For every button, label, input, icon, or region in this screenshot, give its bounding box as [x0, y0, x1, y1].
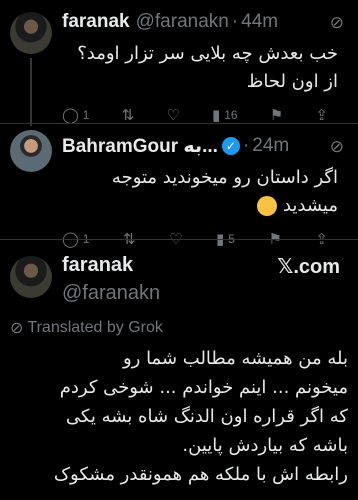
text-line: بله من همیشه مطالب شما رو — [122, 348, 348, 369]
retweet-button[interactable]: ⇅ — [122, 106, 135, 124]
bookmark-icon: ⚑ — [269, 107, 284, 124]
author-name[interactable]: faranak — [62, 11, 130, 33]
translated-by-grok[interactable]: ⊘ Translated by Grok — [10, 318, 163, 338]
separator-dot: · — [231, 11, 239, 32]
reply-button[interactable]: ◯ 1 — [62, 106, 89, 124]
x-logo-icon[interactable]: 𝕏.com — [277, 254, 340, 279]
text-line: میخونم ... اینم خواندم ... شوخی کردم — [59, 377, 348, 398]
tweet-2[interactable]: BahramGour به... ✓ · 24m ⊘ اگر داستان رو… — [0, 124, 358, 248]
expanded-tweet[interactable]: faranak @faranakn 𝕏.com ⊘ Translated by … — [0, 240, 358, 485]
translated-label: Translated by Grok — [27, 319, 163, 336]
tweet-text: اگر داستان رو میخوندید متوجه میشدید — [62, 164, 348, 220]
share-icon: ⇪ — [315, 107, 328, 124]
like-icon: ♡ — [166, 107, 180, 124]
like-button[interactable]: ♡ — [166, 106, 179, 124]
timestamp[interactable]: 24m — [252, 135, 289, 157]
reply-count: 1 — [82, 108, 90, 122]
grok-icon[interactable]: ⊘ — [330, 13, 344, 33]
views-icon: ▮ — [211, 107, 221, 124]
author-handle[interactable]: @faranakn — [136, 11, 229, 33]
timestamp[interactable]: 44m — [241, 11, 278, 33]
tweet-1[interactable]: faranak @faranakn · 44m ⊘ خب بعدش چه بلا… — [0, 0, 358, 124]
verified-icon: ✓ — [221, 137, 240, 155]
text-line: که اگر قراره اون الدنگ شاه بشه یکی — [65, 406, 348, 427]
text-line: رابطه اش با ملکه هم همونقدر مشکوک — [53, 464, 348, 485]
grok-icon[interactable]: ⊘ — [330, 137, 344, 157]
grok-icon: ⊘ — [10, 320, 24, 337]
translated-text: بله من همیشه مطالب شما رو میخونم ... این… — [10, 344, 348, 489]
grinning-sweat-emoji-icon — [257, 196, 278, 216]
retweet-icon: ⇅ — [121, 107, 135, 124]
author-handle[interactable]: @faranakn — [62, 282, 160, 305]
author-name[interactable]: faranak — [62, 254, 133, 277]
avatar[interactable] — [10, 256, 52, 298]
share-button[interactable]: ⇪ — [315, 106, 328, 124]
author-name[interactable]: BahramGour به... — [62, 135, 218, 158]
tweet-text: خب بعدش چه بلایی سر تزار اومد؟ از اون لح… — [77, 43, 338, 92]
tweet-text-content: اگر داستان رو میخوندید متوجه میشدید — [111, 167, 338, 216]
views-button[interactable]: ▮ 16 — [212, 106, 238, 124]
bookmark-button[interactable]: ⚑ — [270, 106, 283, 124]
action-bar: ◯ 1 ⇅ ♡ ▮ 16 ⚑ ⇪ — [62, 106, 348, 124]
views-count: 16 — [224, 108, 238, 122]
separator-dot: · — [242, 135, 250, 156]
reply-icon: ◯ — [62, 107, 79, 124]
text-line: باشه که بیاردش پایین. — [182, 435, 348, 456]
